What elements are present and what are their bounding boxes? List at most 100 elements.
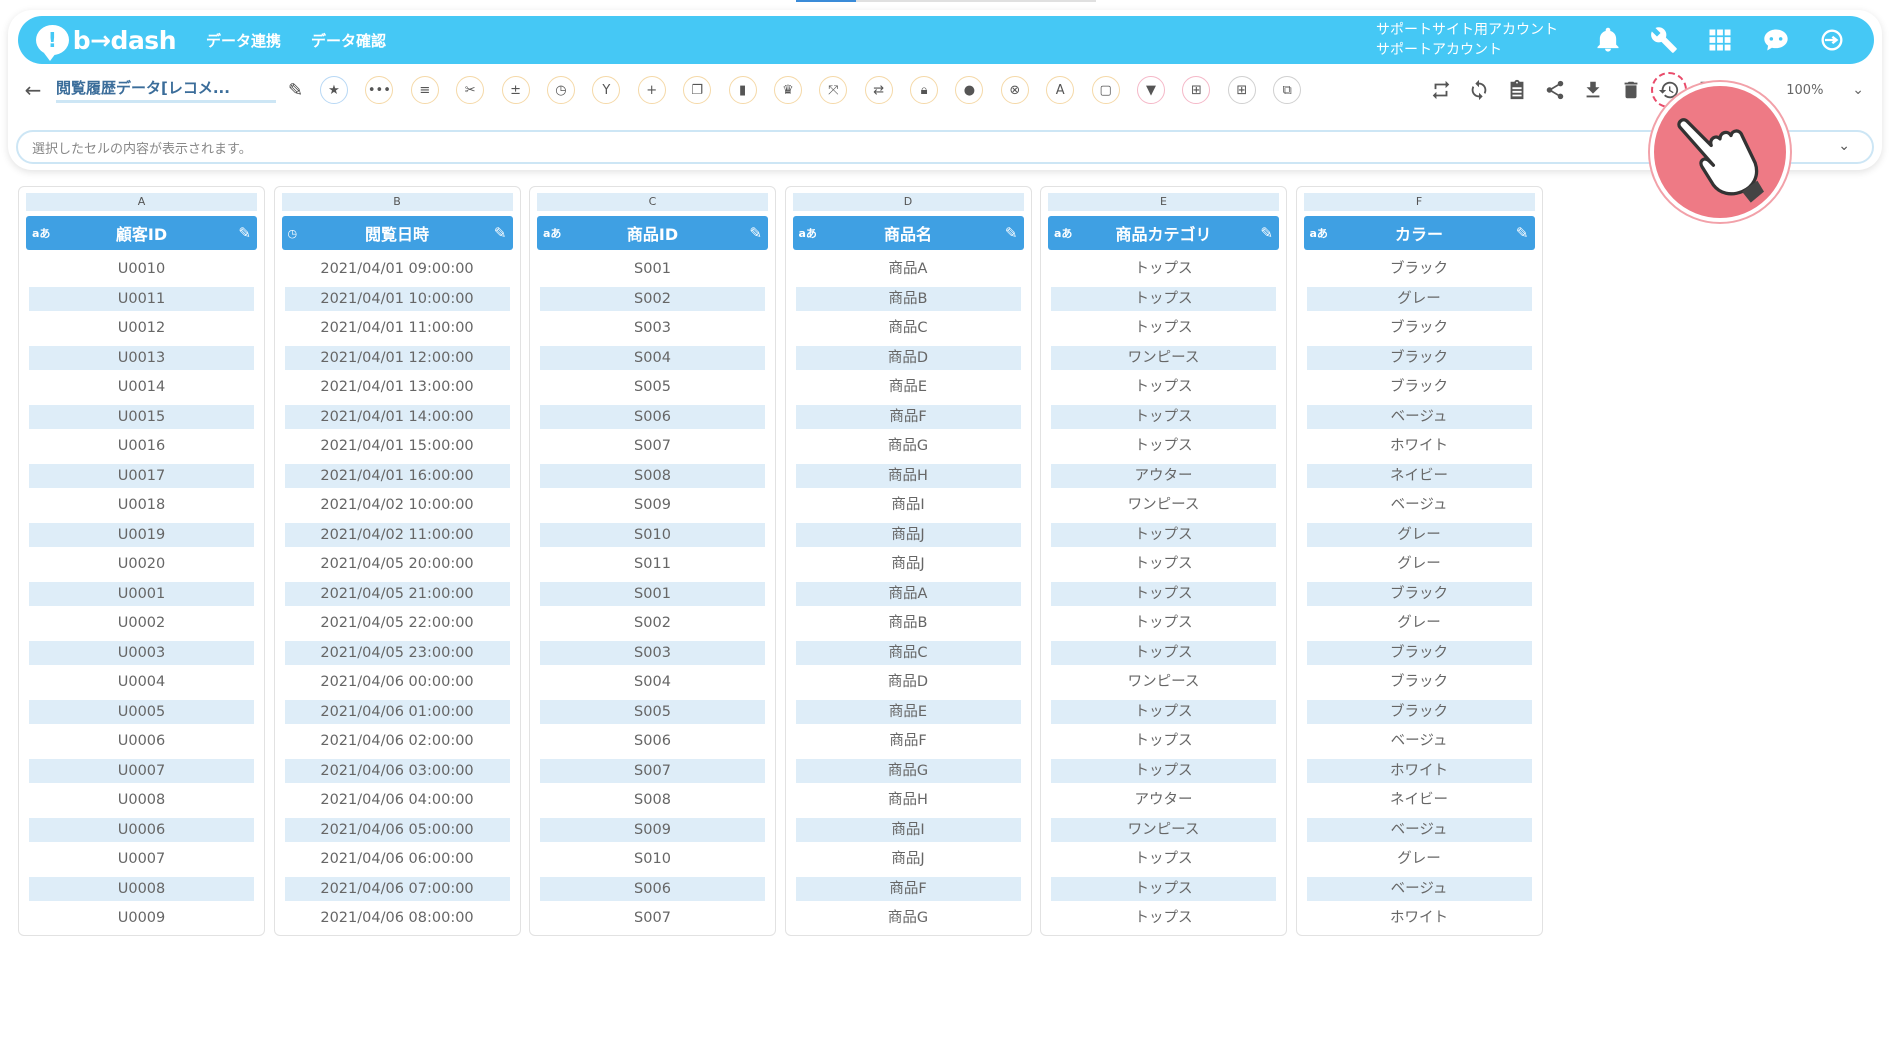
table-cell[interactable]: 商品B [793, 286, 1024, 317]
table-cell[interactable]: S001 [537, 581, 768, 612]
column-letter[interactable]: A [26, 193, 257, 211]
table-cell[interactable]: アウター [1048, 463, 1279, 494]
back-arrow-icon[interactable]: ← [18, 78, 48, 102]
table-cell[interactable]: S008 [537, 463, 768, 494]
column-edit-pencil-icon[interactable]: ✎ [238, 224, 251, 242]
table-cell[interactable]: ネイビー [1304, 463, 1535, 494]
table-cell[interactable]: 2021/04/06 05:00:00 [282, 817, 513, 848]
table-cell[interactable]: U0016 [26, 434, 257, 464]
table-cell[interactable]: トップス [1048, 906, 1279, 936]
table-cell[interactable]: S010 [537, 522, 768, 553]
table-cell[interactable]: 2021/04/01 09:00:00 [282, 257, 513, 287]
table-cell[interactable]: U0014 [26, 375, 257, 405]
column-letter[interactable]: B [281, 193, 513, 211]
table-cell[interactable]: S007 [537, 434, 768, 464]
merge-icon[interactable]: Y [592, 76, 621, 104]
table-cell[interactable]: 商品F [793, 729, 1024, 759]
table-cell[interactable]: U0015 [26, 404, 257, 435]
table-cell[interactable]: S005 [537, 699, 768, 730]
table-cell[interactable]: 2021/04/05 22:00:00 [282, 611, 513, 641]
table-cell[interactable]: 商品J [793, 522, 1024, 553]
table-cell[interactable]: トップス [1048, 404, 1279, 435]
table-cell[interactable]: ベージュ [1304, 493, 1535, 523]
group-icon[interactable]: ⊞ [1182, 76, 1211, 104]
frame-icon[interactable]: ▢ [1091, 76, 1120, 104]
table-cell[interactable]: ベージュ [1304, 876, 1535, 907]
table-cell[interactable]: S010 [537, 847, 768, 877]
table-cell[interactable]: 商品I [793, 817, 1024, 848]
table-cell[interactable]: U0002 [26, 611, 257, 641]
table-cell[interactable]: 2021/04/02 11:00:00 [282, 522, 513, 553]
expand-icon[interactable]: ⤧ [819, 76, 848, 104]
table-cell[interactable]: ブラック [1304, 670, 1535, 700]
table-cell[interactable]: ブラック [1304, 699, 1535, 730]
account-info[interactable]: サポートサイト用アカウント サポートアカウント [1376, 20, 1558, 60]
bdash-logo[interactable]: ! b→dash [36, 25, 177, 61]
table-cell[interactable]: トップス [1048, 640, 1279, 671]
table-cell[interactable]: U0012 [26, 316, 257, 346]
table-cell[interactable]: 商品A [793, 257, 1024, 287]
join-icon[interactable]: ⧉ [1273, 76, 1302, 104]
table-cell[interactable]: 商品J [793, 847, 1024, 877]
text-icon[interactable]: ≡ [410, 76, 439, 104]
table-cell[interactable]: U0018 [26, 493, 257, 523]
table-cell[interactable]: 2021/04/06 03:00:00 [282, 758, 513, 789]
table-cell[interactable]: 商品I [793, 493, 1024, 523]
table-cell[interactable]: 商品C [793, 316, 1024, 346]
cell-content-bar[interactable]: 選択したセルの内容が表示されます。 ⌄ [16, 130, 1874, 164]
table-cell[interactable]: S003 [537, 316, 768, 346]
table-cell[interactable]: 2021/04/01 11:00:00 [282, 316, 513, 346]
calc-icon[interactable]: ± [501, 76, 530, 104]
table-cell[interactable]: S007 [537, 906, 768, 936]
table-cell[interactable]: S009 [537, 817, 768, 848]
table-cell[interactable]: U0007 [26, 847, 257, 877]
table-cell[interactable]: 2021/04/06 00:00:00 [282, 670, 513, 700]
table-cell[interactable]: 2021/04/05 20:00:00 [282, 552, 513, 582]
table-cell[interactable]: U0007 [26, 758, 257, 789]
table-cell[interactable]: ブラック [1304, 375, 1535, 405]
table-cell[interactable]: U0020 [26, 552, 257, 582]
table-cell[interactable]: S001 [537, 257, 768, 287]
table-cell[interactable]: ホワイト [1304, 434, 1535, 464]
table-cell[interactable]: 商品G [793, 758, 1024, 789]
column-edit-pencil-icon[interactable]: ✎ [1516, 224, 1529, 242]
column-header[interactable]: aあ 商品名 ✎ [792, 216, 1024, 250]
logout-icon[interactable] [1816, 24, 1848, 56]
table-cell[interactable]: U0008 [26, 876, 257, 907]
table-cell[interactable]: U0006 [26, 817, 257, 848]
table-cell[interactable]: アウター [1048, 788, 1279, 818]
filter-icon[interactable]: ▼ [1137, 76, 1166, 104]
clipboard-icon[interactable] [1504, 77, 1530, 103]
table-cell[interactable]: U0019 [26, 522, 257, 553]
table-cell[interactable]: トップス [1048, 316, 1279, 346]
table-cell[interactable]: 2021/04/01 12:00:00 [282, 345, 513, 376]
zoom-level[interactable]: 100% [1786, 83, 1846, 98]
table-cell[interactable]: トップス [1048, 876, 1279, 907]
column-header[interactable]: aあ 商品カテゴリ ✎ [1048, 216, 1279, 250]
table-cell[interactable]: ホワイト [1304, 906, 1535, 936]
table-cell[interactable]: U0006 [26, 729, 257, 759]
table-cell[interactable]: 2021/04/06 08:00:00 [282, 906, 513, 936]
table-cell[interactable]: U0001 [26, 581, 257, 612]
table-cell[interactable]: U0009 [26, 906, 257, 936]
table-cell[interactable]: 商品H [793, 463, 1024, 494]
table-cell[interactable]: トップス [1048, 286, 1279, 317]
zoom-chevron-down-icon[interactable]: ⌄ [1852, 82, 1864, 98]
table-cell[interactable]: 2021/04/01 16:00:00 [282, 463, 513, 494]
lock-icon[interactable]: 🔒︎ [910, 76, 939, 104]
column-header[interactable]: aあ 顧客ID ✎ [26, 216, 257, 250]
table-cell[interactable]: 商品F [793, 876, 1024, 907]
table-cell[interactable]: S004 [537, 345, 768, 376]
column-letter[interactable]: F [1303, 193, 1535, 211]
table-cell[interactable]: ブラック [1304, 257, 1535, 287]
table-cell[interactable]: 2021/04/02 10:00:00 [282, 493, 513, 523]
table-cell[interactable]: 商品B [793, 611, 1024, 641]
table-cell[interactable]: 商品G [793, 434, 1024, 464]
table-cell[interactable]: トップス [1048, 699, 1279, 730]
table-icon[interactable]: ⊞ [1227, 76, 1256, 104]
table-cell[interactable]: S006 [537, 876, 768, 907]
table-cell[interactable]: S004 [537, 670, 768, 700]
column-header[interactable]: ◷ 閲覧日時 ✎ [281, 216, 513, 250]
table-cell[interactable]: U0008 [26, 788, 257, 818]
table-cell[interactable]: ブラック [1304, 345, 1535, 376]
